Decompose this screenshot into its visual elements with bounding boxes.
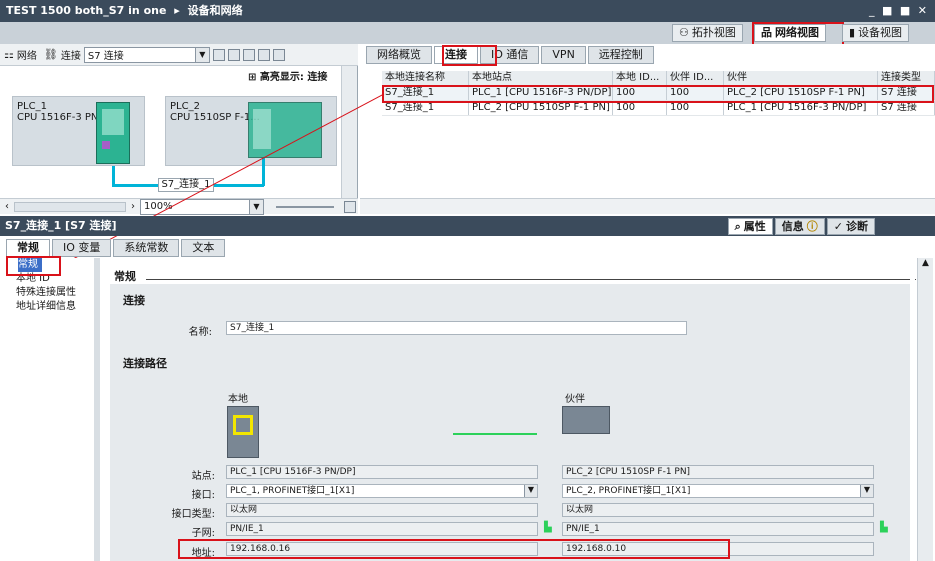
info-icon: ⓘ [806, 220, 818, 233]
scroll-up-icon[interactable]: ▲ [918, 258, 933, 268]
diagnostics-tab-label: 诊断 [846, 220, 868, 233]
local-station-field: PLC_1 [CPU 1516F-3 PN/DP] [226, 465, 538, 479]
local-label: 本地 [228, 394, 248, 405]
tab-diagnostics[interactable]: ✓ 诊断 [826, 218, 875, 235]
address-highlight [178, 539, 730, 559]
form-scrollbar[interactable]: ▲ [917, 258, 933, 561]
section-heading: 常规 [114, 270, 136, 283]
path-link-line [453, 433, 537, 435]
tab-properties[interactable]: ⌕ 属性 [727, 218, 773, 235]
station-label: 站点: [191, 471, 215, 482]
interface-label: 接口: [191, 490, 215, 501]
partner-subnet-link-icon[interactable]: ▙ [880, 522, 888, 533]
properties-title: S7_连接_1 [S7 连接] [5, 219, 117, 232]
subnet-label: 子网: [191, 528, 215, 539]
property-tabs: 常规 IO 变量 系统常数 文本 [6, 239, 226, 257]
magnifier-icon: ⌕ [734, 220, 741, 233]
tab-texts[interactable]: 文本 [181, 239, 226, 257]
section-rule [146, 279, 916, 280]
tab-info[interactable]: 信息 ⓘ [774, 218, 825, 235]
partner-plc-icon [562, 406, 610, 434]
interface-type-label: 接口类型: [171, 509, 215, 520]
path-title: 连接路径 [123, 357, 167, 370]
info-tab-label: 信息 [781, 220, 804, 233]
partner-interface-type-field: 以太网 [562, 503, 874, 517]
local-interface-chevron-icon[interactable]: ▼ [524, 485, 537, 497]
local-subnet-field: PN/IE_1 [226, 522, 538, 536]
tab-system-constants[interactable]: 系统常数 [113, 239, 180, 257]
form-edge [910, 258, 915, 561]
name-label: 名称: [188, 327, 212, 338]
local-plc-icon [227, 406, 259, 458]
tab-io-tags[interactable]: IO 变量 [52, 239, 112, 257]
diagnostics-icon: ✓ [833, 220, 843, 233]
nav-general-highlight [6, 256, 61, 276]
properties-tab-label: 属性 [743, 220, 766, 233]
nav-splitter[interactable] [94, 258, 100, 561]
connection-group-title: 连接 [123, 294, 145, 307]
tab-general[interactable]: 常规 [6, 239, 50, 257]
partner-interface-select[interactable]: PLC_2, PROFINET接口_1[X1] [562, 484, 874, 498]
local-interface-select[interactable]: PLC_1, PROFINET接口_1[X1] [226, 484, 538, 498]
partner-station-field: PLC_2 [CPU 1510SP F-1 PN] [562, 465, 874, 479]
nav-special-properties[interactable]: 特殊连接属性 [0, 286, 100, 300]
partner-interface-chevron-icon[interactable]: ▼ [860, 485, 873, 497]
local-subnet-link-icon[interactable]: ▙ [544, 522, 552, 533]
name-input[interactable]: S7_连接_1 [226, 321, 687, 335]
partner-label: 伙伴 [565, 394, 585, 405]
partner-subnet-field: PN/IE_1 [562, 522, 874, 536]
local-interface-type-field: 以太网 [226, 503, 538, 517]
nav-address-details[interactable]: 地址详细信息 [0, 300, 100, 314]
property-nav: 常规 本地 ID 特殊连接属性 地址详细信息 [0, 258, 100, 561]
inspector-tabs: ⌕ 属性 信息 ⓘ ✓ 诊断 [727, 218, 875, 235]
